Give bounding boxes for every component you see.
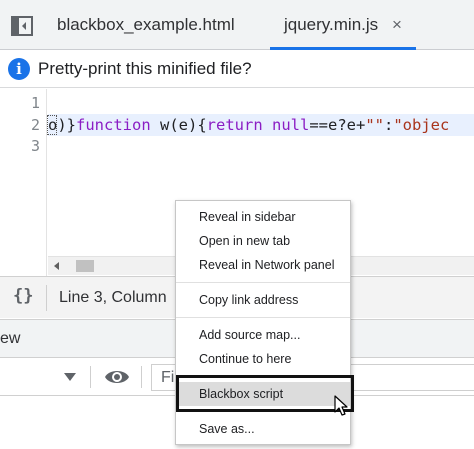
line-number-gutter: 1 2 3 — [0, 89, 47, 276]
code-token-keyword: null — [272, 116, 310, 134]
code-token-keyword: return — [206, 116, 263, 134]
code-line-2[interactable]: o)}function w(e){return null==e?e+"":"ob… — [48, 115, 449, 135]
curly-braces-icon[interactable]: {} — [13, 286, 33, 306]
info-icon: i — [8, 58, 30, 80]
mouse-pointer-icon — [334, 395, 348, 416]
menu-item-reveal-in-network-panel[interactable]: Reveal in Network panel — [176, 253, 350, 277]
code-token: : — [384, 116, 394, 134]
scrollbar-thumb[interactable] — [76, 260, 94, 272]
tab-jquery-min[interactable]: jquery.min.js — [284, 0, 378, 50]
menu-item-open-in-new-tab[interactable]: Open in new tab — [176, 229, 350, 253]
code-token-string: "" — [365, 116, 384, 134]
context-dropdown-icon[interactable] — [64, 373, 76, 381]
pretty-print-infobar: i Pretty-print this minified file? — [0, 51, 474, 88]
active-tab-indicator — [270, 47, 416, 50]
toggle-navigator-icon[interactable] — [10, 14, 34, 38]
line-number[interactable]: 2 — [31, 116, 40, 134]
code-token: ==e?e+ — [309, 116, 366, 134]
sources-tab-bar: blackbox_example.html jquery.min.js × — [0, 0, 474, 50]
code-token-string: "objec — [393, 116, 450, 134]
code-token: w(e){ — [150, 116, 207, 134]
menu-separator — [176, 317, 350, 318]
menu-item-save-as[interactable]: Save as... — [176, 417, 350, 441]
menu-item-copy-link-address[interactable]: Copy link address — [176, 288, 350, 312]
text-cursor — [47, 115, 57, 135]
menu-separator — [176, 282, 350, 283]
scroll-left-arrow-icon[interactable] — [54, 262, 59, 270]
close-tab-icon[interactable]: × — [392, 0, 402, 50]
line-number[interactable]: 1 — [31, 94, 40, 112]
menu-item-continue-to-here[interactable]: Continue to here — [176, 347, 350, 371]
annotation-highlight-box — [176, 375, 354, 412]
tab-blackbox-example[interactable]: blackbox_example.html — [57, 0, 235, 50]
menu-item-add-source-map[interactable]: Add source map... — [176, 323, 350, 347]
toolbar-divider — [141, 366, 142, 388]
pretty-print-prompt: Pretty-print this minified file? — [38, 59, 252, 78]
toolbar-divider — [90, 366, 91, 388]
eye-icon[interactable] — [104, 367, 130, 387]
toolbar-divider — [46, 285, 47, 311]
cursor-position: Line 3, Column — [59, 289, 167, 306]
menu-item-reveal-in-sidebar[interactable]: Reveal in sidebar — [176, 205, 350, 229]
line-number[interactable]: 3 — [31, 137, 40, 155]
drawer-tab-label[interactable]: ew — [0, 320, 20, 358]
code-token-keyword: function — [76, 116, 151, 134]
